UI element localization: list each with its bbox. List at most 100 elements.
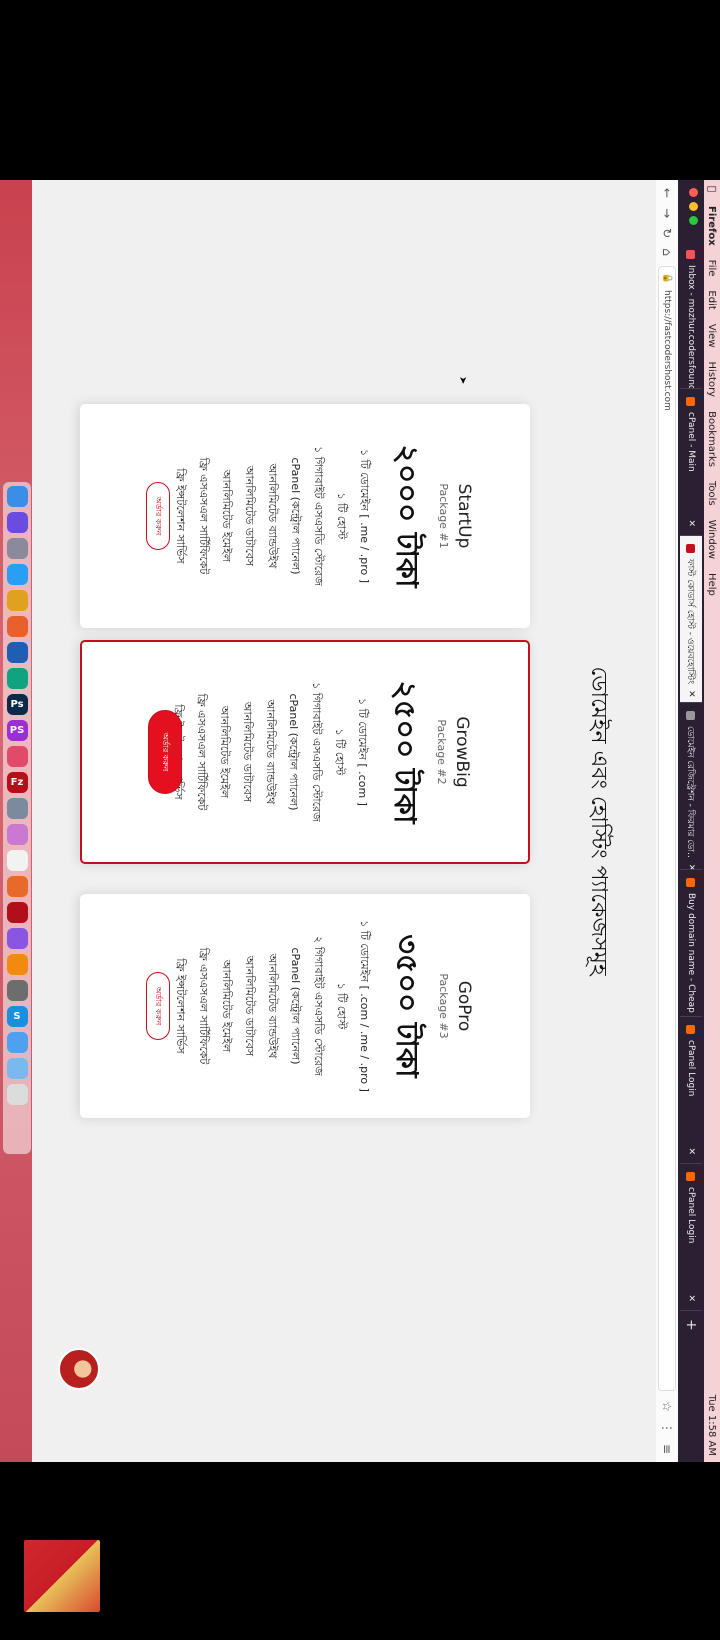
feature-item: cPanel (কন্ট্রোল প্যানেল): [287, 693, 300, 811]
tab-label: ফাস্ট কোডার্স হোস্ট - ওয়েবহোস্টিং: [685, 559, 696, 685]
feature-item: ফ্রি এসএসএল সার্টিফিকেট: [197, 457, 210, 575]
menu-view[interactable]: View: [707, 324, 718, 348]
site-icon: [686, 878, 696, 887]
feature-item: ফ্রি এসএসএল সার্টিফিকেট: [195, 693, 208, 811]
tab-label: cPanel Login: [686, 1040, 696, 1097]
mouse-cursor-icon: ➤: [457, 376, 468, 385]
settings-gear-icon[interactable]: [6, 798, 28, 819]
forward-icon[interactable]: →: [660, 208, 674, 218]
arc-browser-icon[interactable]: [6, 928, 28, 949]
back-icon[interactable]: ←: [660, 188, 674, 198]
menu-help[interactable]: Help: [707, 573, 718, 596]
chat-avatar[interactable]: [58, 1348, 100, 1390]
menu-app-name[interactable]: Firefox: [707, 206, 718, 246]
phpstorm-icon[interactable]: PS: [6, 720, 28, 741]
browser-screen:  Firefox File Edit View History Bookmar…: [32, 180, 720, 1462]
feature-item: ২ গিগাবাইট এসএসডি স্টোরেজ: [312, 936, 325, 1076]
app-orange-icon[interactable]: [6, 876, 28, 897]
menu-history[interactable]: History: [707, 362, 718, 398]
menu-window[interactable]: Window: [707, 520, 718, 559]
menu-tools[interactable]: Tools: [707, 481, 718, 506]
menu-icon[interactable]: ≡: [660, 1444, 674, 1454]
tab-domain-registration[interactable]: ডোমেইন রেজিস্ট্রেশন - ফিরমার ডো.. ✕: [680, 703, 702, 870]
feature-item: আনলিমিটেড ইমেইল: [220, 469, 233, 563]
close-icon[interactable]: ✕: [686, 519, 696, 527]
package-name: GrowBig: [452, 716, 472, 788]
code-editor-icon[interactable]: [6, 642, 28, 663]
close-icon[interactable]: ✕: [686, 690, 696, 698]
tab-label: cPanel - Main: [686, 412, 696, 472]
url-bar[interactable]: 🔒 https://fastcodershost.com: [658, 265, 676, 1392]
tab-label: Buy domain name - Cheap do..: [686, 893, 696, 1017]
tab-cpanel-login-2[interactable]: cPanel Login ✕: [680, 1164, 702, 1311]
package-number: Package #3: [437, 973, 450, 1039]
chatgpt-icon[interactable]: [6, 668, 28, 689]
siri-icon[interactable]: [6, 512, 28, 533]
downloads-icon[interactable]: [6, 1058, 28, 1079]
tab-cpanel-main[interactable]: cPanel - Main ✕: [680, 389, 702, 536]
vlc-icon[interactable]: [6, 954, 28, 975]
feature-item: ১ টি হোস্ট: [335, 982, 348, 1030]
feature-item: আনলিমিটেড ইমেইল: [220, 959, 233, 1053]
extensions-icon[interactable]: ⋮: [660, 1422, 674, 1434]
minimize-window-button[interactable]: [689, 202, 698, 211]
feature-item: আনলিমিটেড ব্যান্ডউইথ: [264, 699, 277, 805]
menu-file[interactable]: File: [707, 260, 718, 277]
palette-app-icon[interactable]: [6, 824, 28, 845]
tab-buy-domain[interactable]: Buy domain name - Cheap do..✕: [680, 870, 702, 1017]
feature-item: আনলিমিটেড ডাটাবেস: [243, 465, 256, 567]
tab-cpanel-login-1[interactable]: cPanel Login ✕: [680, 1017, 702, 1164]
trash-icon[interactable]: [6, 1084, 28, 1105]
notes-app-icon[interactable]: [6, 850, 28, 871]
feature-item: ১ টি ডোমেইন [ .com ]: [356, 698, 369, 806]
chrome-icon[interactable]: [6, 590, 28, 611]
nav-bar: ← → ↻ ⌂ 🔒 https://fastcodershost.com ☆ ⋮…: [655, 180, 678, 1462]
menu-bookmarks[interactable]: Bookmarks: [707, 411, 718, 467]
photoshop-icon[interactable]: Ps: [6, 694, 28, 715]
new-tab-button[interactable]: +: [683, 1319, 699, 1331]
safari-icon[interactable]: [6, 564, 28, 585]
feature-list: ১ টি ডোমেইন [ .me / .pro ] ১ টি হোস্ট ১ …: [146, 404, 376, 628]
feature-item: ফ্রি এসএসএল সার্টিফিকেট: [197, 947, 210, 1065]
close-window-button[interactable]: [689, 188, 698, 197]
firefox-icon[interactable]: [6, 616, 28, 637]
close-icon[interactable]: ✕: [686, 1147, 696, 1155]
folder-icon[interactable]: [6, 1032, 28, 1053]
reload-icon[interactable]: ↻: [660, 228, 674, 238]
lock-icon: 🔒: [662, 272, 672, 285]
feature-list: ১ টি ডোমেইন [ .com / .me / .pro ] ১ টি হ…: [146, 894, 376, 1118]
opera-icon[interactable]: [6, 902, 28, 923]
menu-clock[interactable]: Tue 1:58 AM: [707, 1395, 718, 1456]
close-icon[interactable]: ✕: [686, 1294, 696, 1302]
apple-icon[interactable]: : [707, 186, 718, 192]
package-price: ২৫০০ টাকা: [387, 680, 422, 824]
tab-label: ডোমেইন রেজিস্ট্রেশন - ফিরমার ডো..: [685, 726, 696, 858]
feature-item: cPanel (কন্ট্রোল প্যানেল): [289, 457, 302, 575]
tab-fastcodershost[interactable]: ফাস্ট কোডার্স হোস্ট - ওয়েবহোস্টিং ✕: [680, 536, 702, 703]
feature-item: ১ টি হোস্ট: [333, 728, 346, 776]
skype-icon[interactable]: S: [6, 1006, 28, 1027]
feature-item: cPanel (কন্ট্রোল প্যানেল): [289, 947, 302, 1065]
order-button[interactable]: অর্ডার করুন: [146, 972, 170, 1040]
menu-edit[interactable]: Edit: [707, 290, 718, 309]
package-card-growbig: GrowBig Package #2 ২৫০০ টাকা ১ টি ডোমেইন…: [80, 640, 530, 864]
zoom-window-button[interactable]: [689, 216, 698, 225]
filezilla-icon[interactable]: Fz: [6, 772, 28, 793]
package-number: Package #2: [435, 719, 448, 785]
swirl-app-icon[interactable]: [6, 746, 28, 767]
launchpad-icon[interactable]: [6, 538, 28, 559]
cpanel-icon: [686, 1025, 696, 1034]
site-icon: [686, 544, 696, 553]
feature-item: আনলিমিটেড ডাটাবেস: [243, 955, 256, 1057]
cpanel-icon: [686, 397, 696, 406]
tab-inbox[interactable]: Inbox - mozhur.codersfound..✕: [680, 242, 702, 389]
dock: Ps PS Fz S: [3, 482, 31, 1154]
feature-item: ১ টি ডোমেইন [ .com / .me / .pro ]: [358, 920, 371, 1092]
system-prefs-icon[interactable]: [6, 980, 28, 1001]
order-button[interactable]: অর্ডার করুন: [146, 482, 170, 550]
order-button[interactable]: অর্ডার করুন: [148, 710, 182, 794]
finder-icon[interactable]: [6, 486, 28, 507]
bookmark-star-icon[interactable]: ☆: [660, 1401, 674, 1412]
page-heading: ডোমেইন এবং হোস্টিং প্যাকেজসমূহ: [586, 666, 611, 976]
home-icon[interactable]: ⌂: [660, 248, 674, 256]
